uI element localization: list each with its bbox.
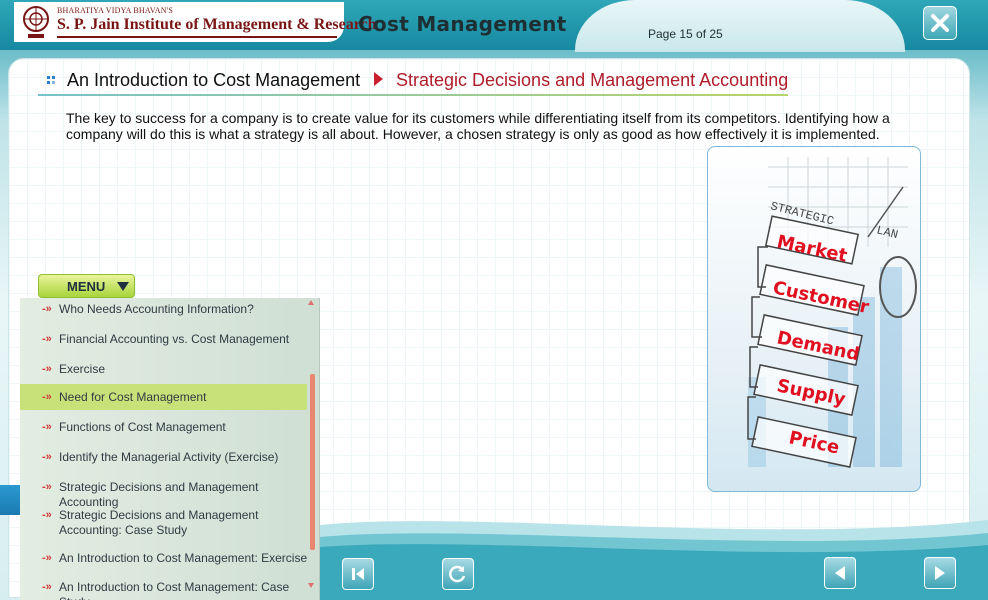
menu-item-label: Exercise (59, 362, 106, 376)
double-chevron-right-icon: -» (42, 421, 52, 433)
double-chevron-right-icon: -» (42, 303, 52, 315)
skip-back-icon (352, 568, 364, 580)
institute-emblem-icon (23, 6, 49, 38)
menu-button-label: MENU (67, 279, 106, 294)
prev-arrow-icon (835, 566, 845, 580)
previous-page-button[interactable] (824, 557, 856, 589)
scroll-down-icon[interactable] (308, 583, 314, 588)
menu-item-label: Strategic Decisions and Management Accou… (59, 480, 259, 509)
menu-item-label: Identify the Managerial Activity (Exerci… (59, 450, 279, 464)
course-title: Cost Management (358, 12, 567, 36)
breadcrumb-arrow-icon (374, 72, 383, 86)
logo-underline (57, 36, 337, 38)
breadcrumb-main: An Introduction to Cost Management (67, 70, 361, 90)
menu-item-label: Who Needs Accounting Information? (59, 302, 254, 316)
title-divider (38, 94, 788, 96)
back-to-start-button[interactable] (342, 558, 374, 590)
double-chevron-right-icon: -» (42, 363, 52, 375)
double-chevron-right-icon: -» (42, 481, 52, 493)
page-counter: Page 15 of 25 (648, 27, 723, 41)
bottom-bar-wave (320, 520, 988, 600)
double-chevron-right-icon: -» (42, 509, 52, 521)
strategic-plan-illustration: STRATEGIC LAN Market Customer Demand Sup… (707, 146, 921, 492)
replay-button[interactable] (442, 558, 474, 590)
menu-item-label: Functions of Cost Management (59, 420, 226, 434)
menu-item-label: An Introduction to Cost Management: Case… (59, 580, 290, 600)
menu-scrollbar-thumb[interactable] (310, 374, 315, 550)
double-chevron-right-icon: -» (42, 552, 52, 564)
logo-title: S. P. Jain Institute of Management & Res… (57, 16, 377, 33)
logo-subtitle: BHARATIYA VIDYA BHAVAN'S (57, 6, 174, 15)
menu-dropdown-icon (117, 282, 129, 291)
double-chevron-right-icon: -» (42, 581, 52, 593)
close-button[interactable] (923, 6, 957, 40)
next-page-button[interactable] (924, 557, 956, 589)
header-wave (575, 0, 905, 52)
double-chevron-right-icon: -» (42, 451, 52, 463)
menu-item-label: Strategic Decisions and Management Accou… (59, 508, 259, 537)
bullet-icon (47, 76, 55, 84)
next-arrow-icon (935, 566, 945, 580)
replay-icon (449, 565, 466, 583)
double-chevron-right-icon: -» (42, 333, 52, 345)
menu-item-label: An Introduction to Cost Management: Exer… (59, 551, 308, 565)
menu-item[interactable]: -» Need for Cost Management (20, 384, 307, 410)
content-paragraph: The key to success for a company is to c… (66, 110, 890, 142)
scroll-up-icon[interactable] (308, 300, 314, 305)
left-accent-strip (0, 485, 22, 515)
page-title: Strategic Decisions and Management Accou… (396, 70, 789, 90)
menu-item-label: Financial Accounting vs. Cost Management (59, 332, 290, 346)
plan-text: LAN (875, 223, 899, 242)
menu-item-label: Need for Cost Management (59, 390, 207, 404)
double-chevron-right-icon: -» (42, 391, 52, 403)
close-icon (931, 14, 949, 32)
